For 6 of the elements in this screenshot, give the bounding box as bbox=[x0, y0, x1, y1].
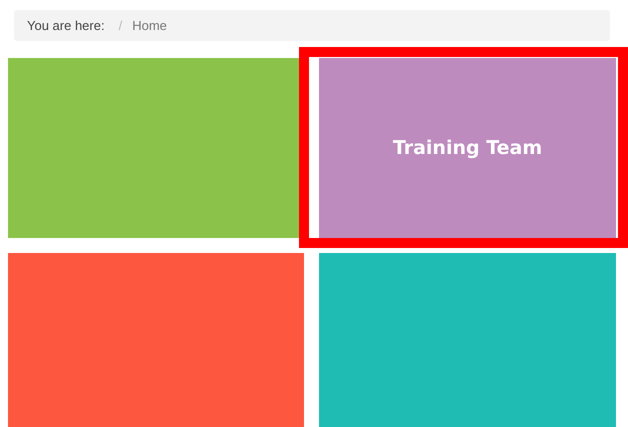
category-tile[interactable] bbox=[319, 253, 616, 427]
breadcrumb-separator: / bbox=[118, 18, 122, 33]
breadcrumb-label: You are here: bbox=[27, 18, 105, 33]
category-tile[interactable]: Training Team bbox=[319, 58, 616, 238]
breadcrumb-link[interactable]: Home bbox=[132, 18, 167, 33]
category-tile[interactable] bbox=[8, 253, 304, 427]
